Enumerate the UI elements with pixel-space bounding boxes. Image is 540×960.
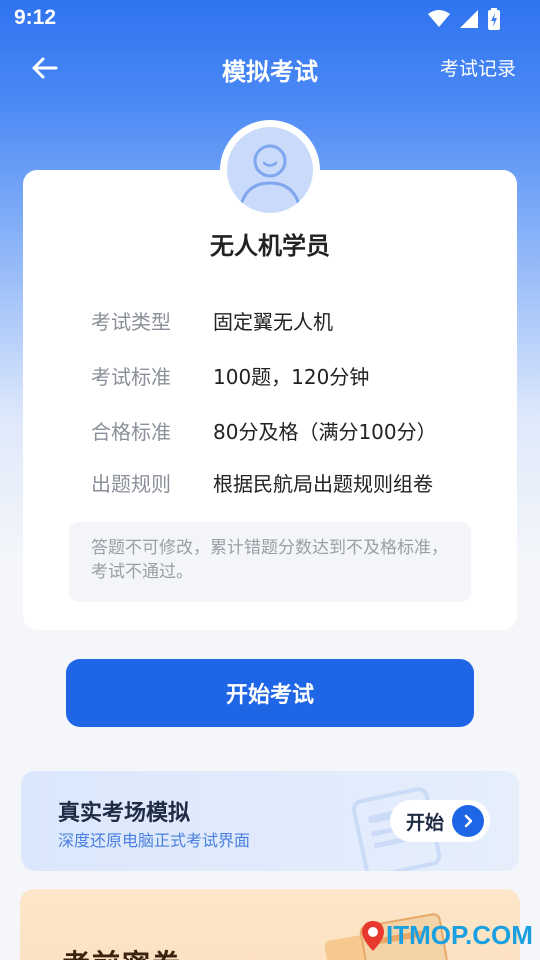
- info-row-exam-type: 考试类型 固定翼无人机: [91, 306, 333, 335]
- watermark-text: ITMOP.COM: [386, 920, 533, 950]
- banner-subtitle: 深度还原电脑正式考试界面: [58, 831, 251, 850]
- status-icons: [428, 8, 500, 30]
- map-pin-icon: [362, 920, 384, 951]
- status-bar: 9:12: [0, 0, 540, 40]
- chevron-right-icon: [452, 805, 484, 837]
- start-real-exam-label: 开始: [406, 811, 445, 834]
- info-label: 考试标准: [91, 365, 171, 389]
- exam-info-card: 无人机学员 考试类型 固定翼无人机 考试标准 100题，120分钟 合格标准 8…: [23, 170, 517, 630]
- real-exam-simulation-banner[interactable]: 真实考场模拟 深度还原电脑正式考试界面 开始: [21, 771, 519, 871]
- info-row-question-rules: 出题规则 根据民航局出题规则组卷: [91, 468, 433, 497]
- navigation-bar: 模拟考试 考试记录: [0, 44, 540, 90]
- bottom-card-title: 考前密卷: [62, 943, 182, 960]
- battery-icon: [488, 8, 500, 30]
- status-time: 9:12: [14, 6, 57, 29]
- wifi-icon: [428, 10, 450, 27]
- info-label: 考试类型: [91, 310, 171, 334]
- info-value: 固定翼无人机: [213, 310, 333, 334]
- user-avatar-icon: [227, 127, 313, 213]
- info-row-pass-standard: 合格标准 80分及格（满分100分）: [91, 416, 437, 445]
- info-value: 根据民航局出题规则组卷: [213, 472, 433, 496]
- exam-records-link[interactable]: 考试记录: [440, 54, 516, 81]
- start-real-exam-button[interactable]: 开始: [390, 800, 490, 842]
- info-label: 出题规则: [91, 472, 171, 496]
- info-row-exam-standard: 考试标准 100题，120分钟: [91, 361, 369, 390]
- start-exam-button[interactable]: 开始考试: [66, 659, 474, 727]
- signal-icon: [460, 10, 478, 28]
- exam-notice: 答题不可修改，累计错题分数达到不及格标准，考试不通过。: [69, 522, 471, 602]
- info-label: 合格标准: [91, 420, 171, 444]
- banner-title: 真实考场模拟: [58, 801, 191, 826]
- site-watermark: ITMOP.COM: [362, 920, 533, 951]
- avatar: [220, 120, 320, 220]
- user-name: 无人机学员: [210, 232, 330, 260]
- info-value: 100题，120分钟: [213, 365, 370, 389]
- info-value: 80分及格（满分100分）: [213, 420, 437, 444]
